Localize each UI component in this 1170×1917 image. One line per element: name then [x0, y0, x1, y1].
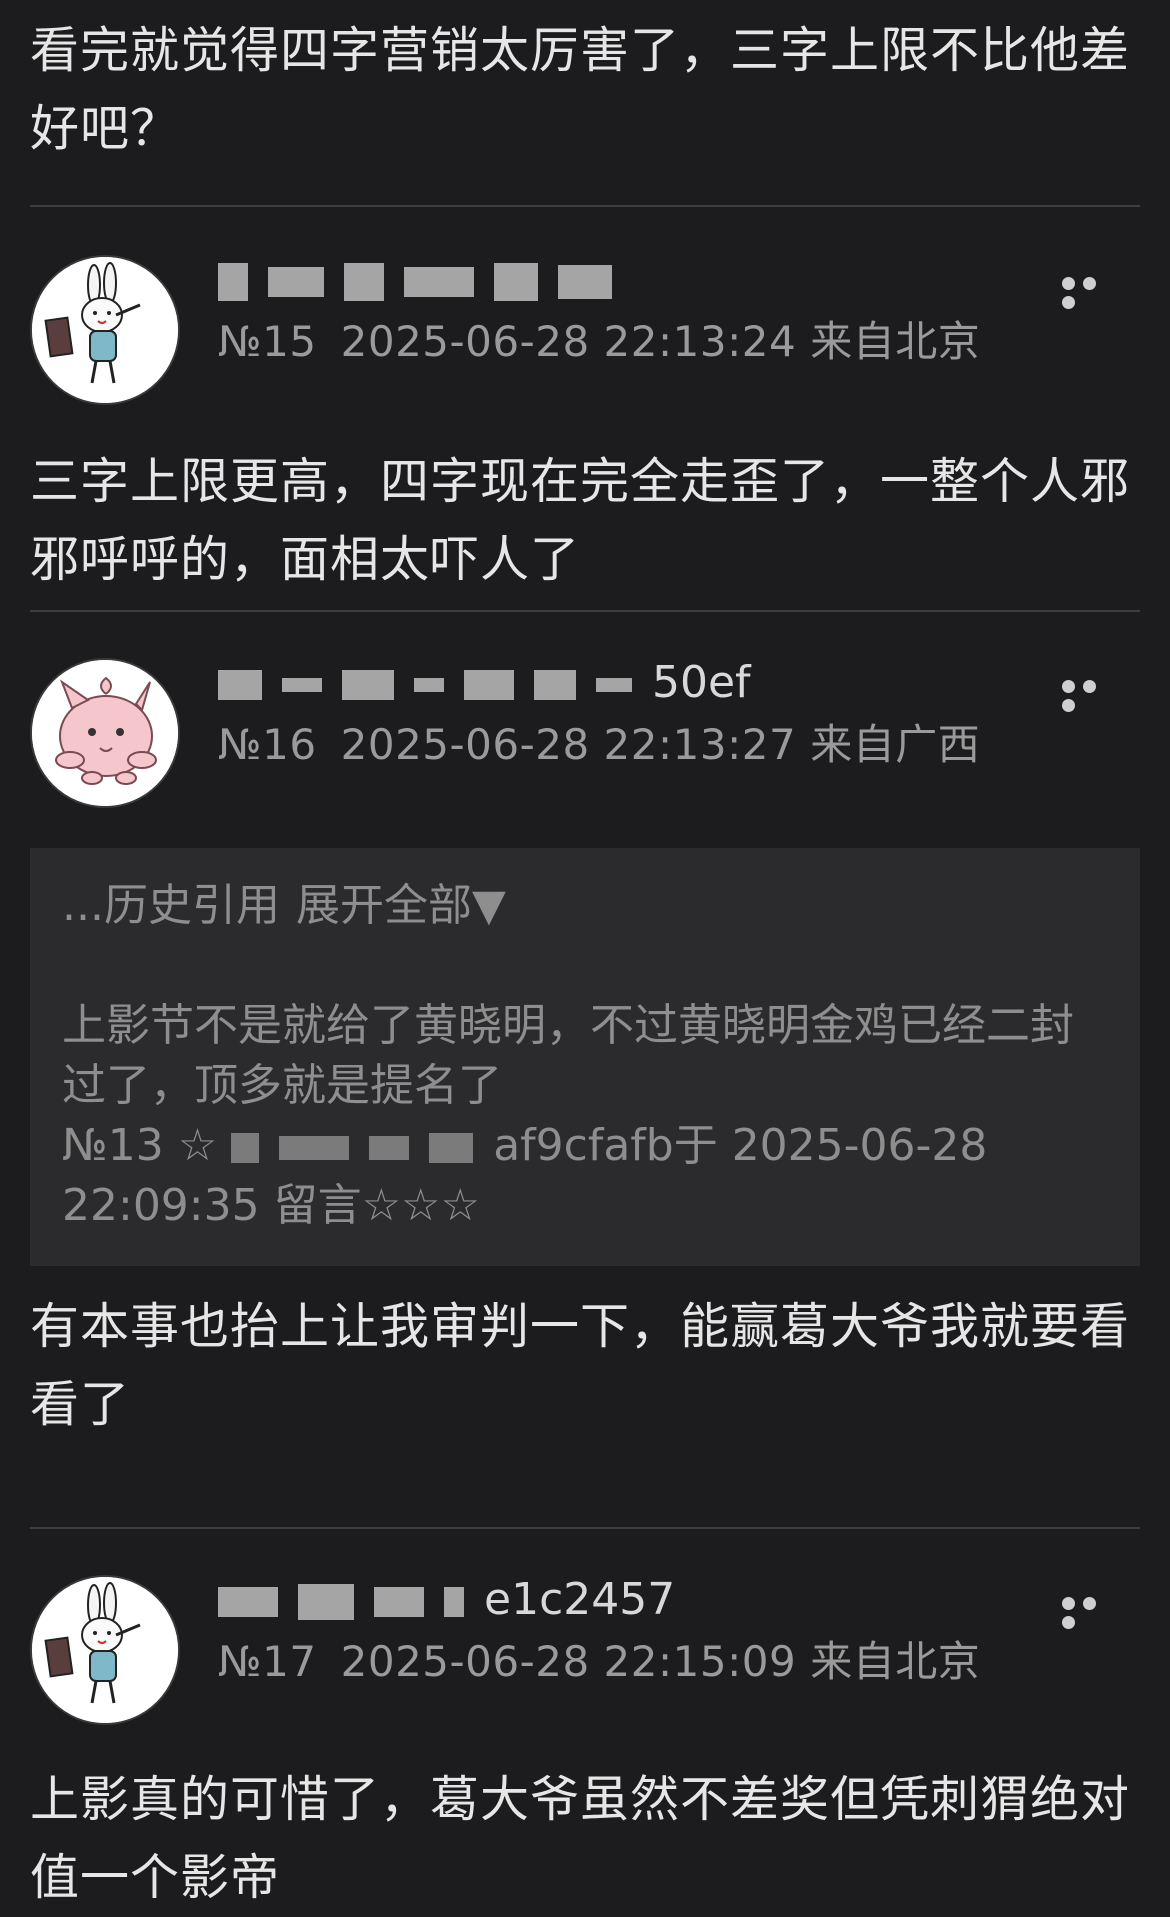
quote-username[interactable]: af9cfafb: [493, 1120, 674, 1171]
floor-number: №17: [218, 1637, 317, 1686]
post-location: 来自广西: [810, 720, 981, 769]
redaction-block: [344, 263, 384, 301]
expand-all-link[interactable]: 展开全部▼: [296, 880, 506, 931]
redaction-block: [558, 265, 612, 299]
post-header: 50ef №16 2025-06-28 22:13:27 来自广西: [30, 658, 1140, 808]
post-17: e1c2457 №17 2025-06-28 22:15:09 来自北京 上影真的可…: [30, 1575, 1140, 1917]
redaction-block: [444, 1587, 464, 1617]
redaction-block: [279, 1136, 350, 1160]
post-datetime: 2025-06-28 22:13:27: [340, 720, 797, 769]
post-meta: №17 2025-06-28 22:15:09 来自北京: [218, 1635, 1004, 1689]
redaction-block: [218, 263, 248, 301]
redaction-block: [596, 678, 632, 692]
rabbit-avatar-icon[interactable]: [30, 255, 180, 405]
more-options-icon[interactable]: [1062, 1595, 1122, 1629]
intro-comment: 看完就觉得四字营销太厉害了，三字上限不比他差好吧？: [30, 12, 1140, 168]
floor-number: №16: [218, 720, 317, 769]
username-redacted[interactable]: e1c2457: [218, 1575, 778, 1625]
quote-block: ...历史引用 展开全部▼ 上影节不是就给了黄晓明，不过黄晓明金鸡已经二封过了，顶…: [30, 848, 1140, 1266]
history-quote-label: ...历史引用: [62, 880, 280, 931]
post-15: №15 2025-06-28 22:13:24 来自北京 三字上限更高，四字现在完全…: [30, 255, 1140, 599]
username-redacted[interactable]: [218, 255, 778, 305]
redaction-block: [268, 267, 324, 297]
history-quote-row: ...历史引用 展开全部▼: [62, 876, 1108, 936]
username-text: 50ef: [652, 657, 751, 708]
post-location: 来自北京: [810, 317, 981, 366]
redaction-block: [494, 263, 538, 301]
post-16: 50ef №16 2025-06-28 22:13:27 来自广西 ...历史引用展…: [30, 658, 1140, 1444]
post-datetime: 2025-06-28 22:15:09: [340, 1637, 797, 1686]
redaction-block: [231, 1133, 260, 1163]
post-datetime: 2025-06-28 22:13:24: [340, 317, 797, 366]
divider: [30, 205, 1140, 207]
username-redacted[interactable]: 50ef: [218, 658, 778, 708]
redaction-block: [218, 1587, 278, 1617]
post-content: 有本事也抬上让我审判一下，能赢葛大爷我就要看看了: [30, 1298, 1131, 1433]
redaction-block: [414, 678, 444, 692]
divider: [30, 1527, 1140, 1529]
redaction-block: [464, 670, 514, 700]
redaction-block: [534, 670, 576, 700]
quote-floor: №13 ☆: [62, 1120, 218, 1171]
redaction-block: [342, 670, 394, 700]
comment-text: 看完就觉得四字营销太厉害了，三字上限不比他差好吧？: [30, 22, 1131, 157]
redaction-block: [369, 1136, 410, 1160]
redaction-block: [298, 1584, 354, 1620]
username-text: e1c2457: [484, 1574, 676, 1625]
floor-number: №15: [218, 317, 317, 366]
post-header: e1c2457 №17 2025-06-28 22:15:09 来自北京: [30, 1575, 1140, 1725]
post-meta: №15 2025-06-28 22:13:24 来自北京: [218, 315, 1004, 369]
divider: [30, 610, 1140, 612]
redaction-block: [374, 1587, 424, 1617]
pink-creature-avatar-icon[interactable]: [30, 658, 180, 808]
quote-text: 上影节不是就给了黄晓明，不过黄晓明金鸡已经二封过了，顶多就是提名了: [62, 1000, 1074, 1111]
more-options-icon[interactable]: [1062, 678, 1122, 712]
post-meta: №16 2025-06-28 22:13:27 来自广西: [218, 718, 1004, 772]
redaction-block: [429, 1133, 474, 1163]
redaction-block: [404, 267, 474, 297]
more-options-icon[interactable]: [1062, 275, 1122, 309]
rabbit-avatar-icon[interactable]: [30, 1575, 180, 1725]
redaction-block: [218, 670, 262, 700]
post-header: №15 2025-06-28 22:13:24 来自北京: [30, 255, 1140, 405]
post-location: 来自北京: [810, 1637, 981, 1686]
post-content: 上影真的可惜了，葛大爷虽然不差奖但凭刺猬绝对值一个影帝: [30, 1771, 1131, 1906]
quote-reference: №13 ☆ af9cfafb于 2025-06-28 22:09:35 留言☆☆…: [62, 1116, 1108, 1236]
post-content: 三字上限更高，四字现在完全走歪了，一整个人邪邪呼呼的，面相太吓人了: [30, 453, 1131, 588]
redaction-block: [282, 678, 322, 692]
